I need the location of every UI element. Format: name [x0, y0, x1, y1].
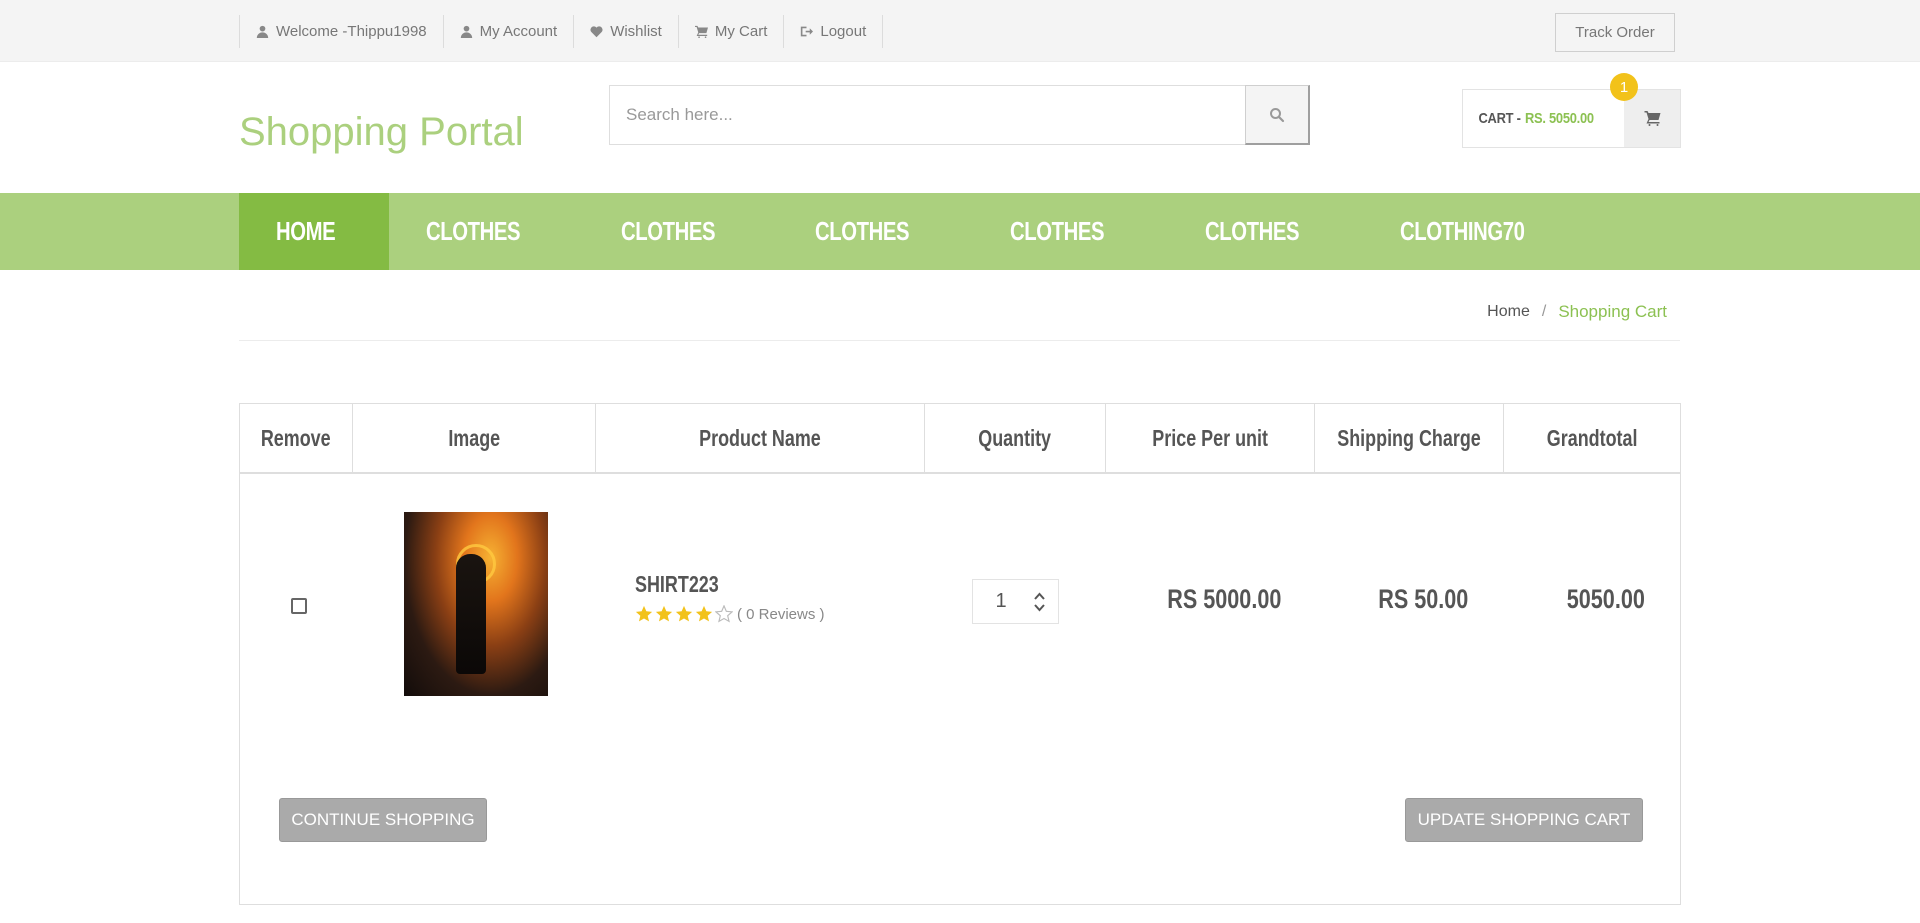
my-cart-label: My Cart [714, 23, 768, 40]
user-icon [256, 25, 269, 38]
header-cart[interactable]: CART - RS. 5050.00 [1462, 89, 1681, 148]
wishlist-link[interactable]: Wishlist [574, 15, 679, 48]
welcome-label: Welcome -Thippu1998 [276, 23, 427, 40]
update-shopping-cart-button[interactable]: UPDATE SHOPPING CART [1405, 798, 1643, 842]
column-header-grandtotal: Grandtotal [1546, 424, 1638, 451]
welcome-link[interactable]: Welcome -Thippu1998 [240, 15, 444, 48]
my-account-label: My Account [479, 23, 558, 40]
grandtotal: 5050.00 [1566, 584, 1646, 614]
cart-total: RS. 5050.00 [1524, 110, 1594, 127]
user-icon [460, 25, 472, 38]
main-nav: HOME CLOTHES CLOTHES CLOTHES CLOTHES CLO… [0, 193, 1920, 270]
column-header-remove: Remove [240, 404, 353, 472]
star-empty-icon [715, 605, 733, 623]
search-input[interactable] [610, 86, 1245, 144]
shipping-charge: RS 50.00 [1378, 584, 1469, 614]
product-rating: ( 0 Reviews ) [635, 605, 825, 623]
table-header: Remove Image Product Name Quantity Price… [240, 404, 1680, 474]
nav-item-clothes[interactable]: CLOTHES [389, 193, 584, 270]
product-image[interactable] [404, 512, 548, 696]
breadcrumb: Home / Shopping Cart [1487, 302, 1667, 322]
my-cart-link[interactable]: My Cart [679, 15, 785, 48]
divider [239, 340, 1680, 341]
logout-link[interactable]: Logout [784, 15, 884, 48]
track-order-button[interactable]: Track Order [1555, 13, 1675, 52]
continue-shopping-button[interactable]: CONTINUE SHOPPING [279, 798, 487, 842]
nav-item-clothes[interactable]: CLOTHES [584, 193, 779, 270]
cart-icon [694, 25, 708, 38]
column-header-quantity: Quantity [925, 404, 1106, 472]
column-header-image: Image [353, 404, 596, 472]
cart-label: CART - [1478, 110, 1521, 127]
column-header-product-name: Product Name [596, 404, 925, 472]
cart-icon [1644, 111, 1660, 126]
nav-item-clothes[interactable]: CLOTHES [1168, 193, 1363, 270]
quantity-value[interactable]: 1 [973, 590, 1029, 613]
column-header-price-per-unit: Price Per unit [1106, 404, 1315, 472]
chevron-down-icon[interactable] [1033, 603, 1045, 612]
cart-icon-button[interactable] [1624, 90, 1680, 147]
nav-item-home[interactable]: HOME [239, 193, 389, 270]
remove-checkbox[interactable] [291, 598, 307, 614]
star-filled-icon [655, 605, 673, 622]
cart-count-badge: 1 [1610, 73, 1638, 101]
search-icon [1270, 107, 1285, 122]
column-header-shipping-charge: Shipping Charge [1315, 404, 1504, 472]
star-filled-icon [635, 605, 653, 622]
nav-item-clothing70[interactable]: CLOTHING70 [1363, 193, 1597, 270]
product-name[interactable]: SHIRT223 [635, 571, 742, 598]
nav-item-clothes[interactable]: CLOTHES [778, 193, 973, 270]
price-per-unit: RS 5000.00 [1167, 584, 1282, 614]
breadcrumb-separator: / [1541, 303, 1547, 320]
quantity-stepper[interactable]: 1 [972, 579, 1059, 624]
reviews-count[interactable]: ( 0 Reviews ) [737, 606, 825, 623]
chevron-up-icon[interactable] [1033, 592, 1045, 600]
heart-icon [590, 26, 603, 38]
logout-label: Logout [820, 23, 867, 40]
wishlist-label: Wishlist [610, 23, 662, 40]
my-account-link[interactable]: My Account [444, 15, 575, 48]
site-logo[interactable]: Shopping Portal [239, 110, 524, 155]
search-bar [609, 85, 1310, 145]
cart-summary: CART - RS. 5050.00 [1463, 90, 1601, 147]
nav-item-clothes[interactable]: CLOTHES [973, 193, 1168, 270]
top-bar: Welcome -Thippu1998 My Account Wishlist … [0, 0, 1920, 62]
breadcrumb-home[interactable]: Home [1487, 303, 1530, 321]
breadcrumb-current: Shopping Cart [1558, 302, 1667, 321]
star-filled-icon [675, 605, 693, 622]
top-links: Welcome -Thippu1998 My Account Wishlist … [239, 15, 884, 48]
star-filled-icon [695, 605, 713, 622]
logout-icon [801, 26, 814, 37]
search-button[interactable] [1245, 85, 1310, 145]
cart-table: Remove Image Product Name Quantity Price… [239, 403, 1681, 905]
